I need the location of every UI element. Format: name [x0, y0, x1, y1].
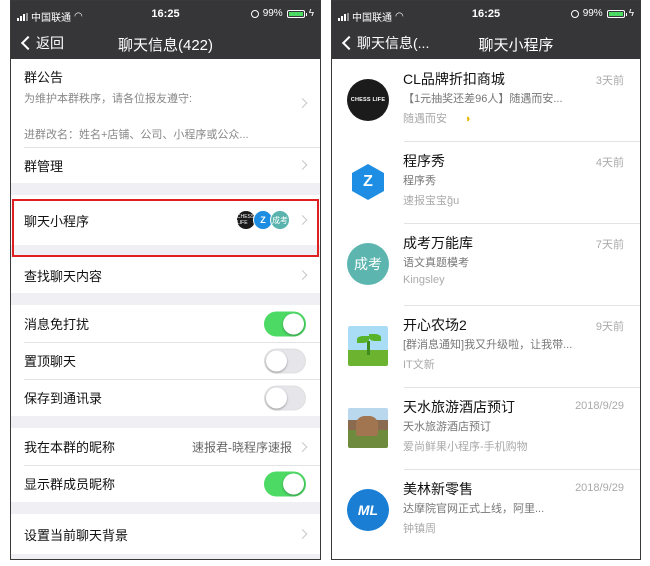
farm-sprout-icon: [346, 324, 390, 368]
meilin-icon: ML: [346, 488, 390, 532]
item-name: 天水旅游酒店预订: [403, 399, 515, 415]
nav-bar: 聊天信息(... 聊天小程序: [332, 27, 640, 59]
rotation-lock-icon: [570, 9, 579, 18]
page-title: 聊天小程序: [478, 37, 554, 54]
status-right: 99% ϟ: [570, 8, 634, 19]
item-time: 3天前: [595, 75, 624, 87]
my-nickname-cell[interactable]: 我在本群的昵称 速报君-晓程序速报: [11, 428, 320, 465]
group-notice-title: 群公告: [24, 70, 64, 85]
mini-program-list: CHESS LIFE CL品牌折扣商城 【1元抽奖还差96人】随遇而安... 随…: [332, 59, 640, 551]
item-time: 2018/9/29: [575, 482, 624, 494]
chengkao-icon: 成考: [346, 242, 390, 286]
item-desc: [群消息通知]我又升级啦，让我带...: [403, 339, 573, 351]
group-notice-cell[interactable]: 群公告 为维护本群秩序，请各位报友遵守: 进群改名：姓名+店铺、公司、小程序或公…: [11, 59, 320, 147]
item-desc: 达摩院官网正式上线，阿里...: [403, 503, 545, 515]
chat-mini-program-label: 聊天小程序: [24, 213, 90, 229]
my-nickname-value: 速报君-晓程序速报: [192, 440, 292, 454]
chevron-left-icon: [341, 35, 357, 51]
item-meta: 爱尚鲜果小程序-手机购物: [403, 441, 528, 453]
item-time: 2018/9/29: [575, 400, 624, 412]
pin-chat-cell: 置顶聊天: [11, 342, 320, 379]
status-right: 99% ϟ: [250, 8, 314, 19]
item-name: 美林新零售: [403, 481, 473, 497]
item-desc: 程序秀: [403, 175, 436, 187]
chevron-right-icon: [297, 98, 308, 108]
chengxuxiu-icon: Z: [346, 160, 390, 204]
group-manage-cell[interactable]: 群管理: [11, 147, 320, 183]
status-bar: 中国联通 ◠ 16:25 99% ϟ: [332, 1, 640, 27]
search-chat-cell[interactable]: 查找聊天内容: [11, 257, 320, 293]
chengkao-icon: 成考: [270, 210, 290, 230]
battery-icon: [606, 9, 627, 18]
list-item[interactable]: CHESS LIFE CL品牌折扣商城 【1元抽奖还差96人】随遇而安... 随…: [332, 59, 640, 141]
page-title: 聊天信息(422): [117, 37, 214, 54]
list-item[interactable]: 开心农场2 [群消息通知]我又升级啦，让我带... IT文新 9天前: [332, 305, 640, 387]
mute-toggle[interactable]: [264, 311, 306, 336]
chevron-right-icon: [297, 441, 308, 452]
chevron-right-icon: [297, 529, 308, 539]
list-item[interactable]: 成考 成考万能库 语文真题模考 Kingsley 7天前: [332, 223, 640, 305]
status-bar: 中国联通 ◠ 16:25 99% ϟ: [11, 1, 320, 27]
item-name: 成考万能库: [403, 235, 473, 251]
banana-emoji-icon: ◗: [465, 113, 472, 125]
chat-background-cell[interactable]: 设置当前聊天背景: [11, 514, 320, 554]
list-item[interactable]: 天水旅游酒店预订 天水旅游酒店预订 爱尚鲜果小程序-手机购物 2018/9/29: [332, 387, 640, 469]
charging-icon: ϟ: [308, 8, 314, 19]
chevron-right-icon: [297, 160, 308, 170]
mute-label: 消息免打扰: [24, 317, 90, 332]
group-notice-line2: 进群改名：姓名+店铺、公司、小程序或公众...: [24, 129, 249, 141]
save-contacts-label: 保存到通讯录: [24, 391, 103, 406]
chat-mini-program-cell[interactable]: 聊天小程序 CHESS LIFE Z 成考: [11, 195, 320, 245]
search-chat-label: 查找聊天内容: [24, 268, 103, 284]
list-item[interactable]: ML 美林新零售 达摩院官网正式上线，阿里... 钟镇周 2018/9/29: [332, 469, 640, 551]
list-item[interactable]: Z 程序秀 程序秀 速报宝宝ğ̈u 4天前: [332, 141, 640, 223]
show-nicknames-toggle[interactable]: [264, 471, 306, 496]
item-desc: 语文真题模考: [403, 257, 469, 269]
mini-program-icons: CHESS LIFE Z 成考: [236, 210, 290, 230]
item-desc: 【1元抽奖还差96人】随遇而安...: [403, 93, 563, 105]
group-notice-line1: 为维护本群秩序，请各位报友遵守:: [24, 93, 193, 105]
pin-chat-label: 置顶聊天: [24, 354, 77, 369]
group-manage-label: 群管理: [24, 158, 64, 174]
save-contacts-cell: 保存到通讯录: [11, 379, 320, 416]
chat-mini-programs-screen: 中国联通 ◠ 16:25 99% ϟ 聊天信息(... 聊天小程序 CHESS …: [331, 0, 641, 560]
item-name: 开心农场2: [403, 317, 467, 333]
hotel-landscape-icon: [346, 406, 390, 450]
show-nicknames-label: 显示群成员昵称: [24, 477, 116, 492]
mute-cell: 消息免打扰: [11, 305, 320, 342]
item-meta: 随遇而安 ◗: [403, 113, 472, 125]
battery-percent: 99%: [262, 8, 283, 19]
chat-info-screen: 中国联通 ◠ 16:25 99% ϟ 返回 聊天信息(422) 群公告 为维护本…: [10, 0, 321, 560]
item-meta: 钟镇周: [403, 523, 436, 535]
chevron-right-icon: [297, 215, 308, 225]
item-time: 9天前: [595, 321, 624, 333]
battery-percent: 99%: [582, 8, 603, 19]
item-desc: 天水旅游酒店预订: [403, 421, 491, 433]
chat-background-label: 设置当前聊天背景: [24, 527, 129, 543]
item-meta: Kingsley: [403, 274, 445, 286]
my-nickname-label: 我在本群的昵称: [24, 440, 116, 455]
battery-icon: [286, 9, 307, 18]
chess-life-icon: CHESS LIFE: [346, 78, 390, 122]
rotation-lock-icon: [250, 9, 259, 18]
item-meta: IT文新: [403, 359, 435, 371]
nav-bar: 返回 聊天信息(422): [11, 27, 320, 59]
item-name: CL品牌折扣商城: [403, 71, 505, 87]
show-nicknames-cell: 显示群成员昵称: [11, 465, 320, 502]
item-meta: 速报宝宝ğ̈u: [403, 195, 460, 207]
charging-icon: ϟ: [628, 8, 634, 19]
pin-chat-toggle[interactable]: [264, 348, 306, 373]
item-name: 程序秀: [403, 153, 445, 169]
item-time: 4天前: [595, 157, 624, 169]
item-time: 7天前: [595, 239, 624, 251]
chevron-right-icon: [297, 270, 308, 280]
save-contacts-toggle[interactable]: [264, 385, 306, 410]
